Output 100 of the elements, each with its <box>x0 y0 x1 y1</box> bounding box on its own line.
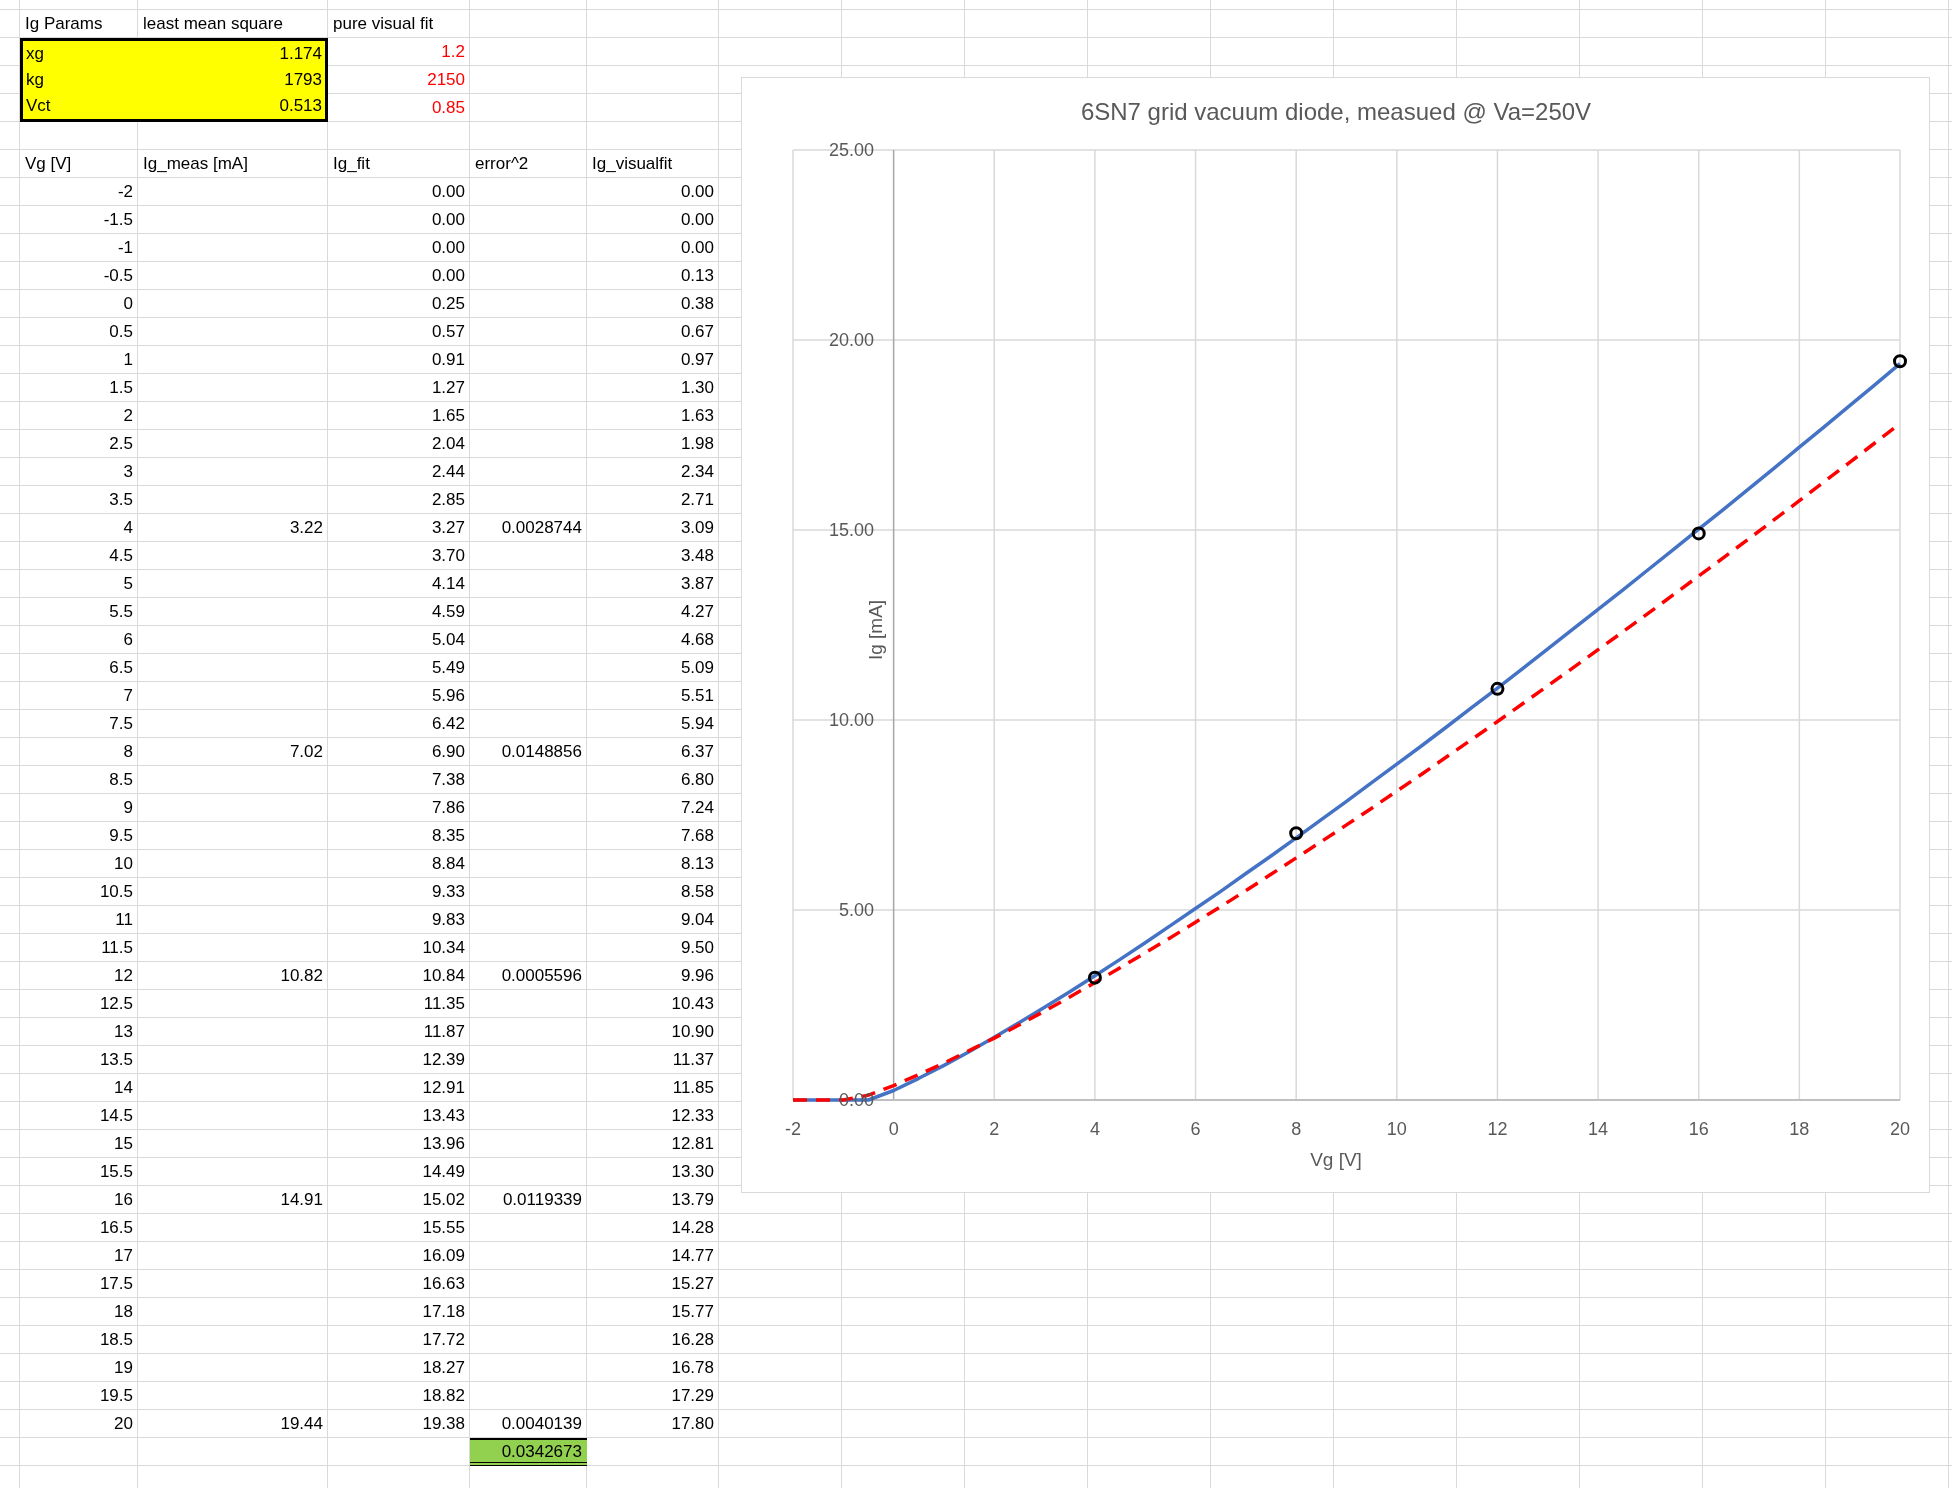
table-cell-text: 16.63 <box>421 1273 466 1295</box>
table-cell-text: 13.43 <box>421 1105 466 1127</box>
table-cell-text: 12 <box>113 965 134 987</box>
table-cell-text: 17.5 <box>98 1273 134 1295</box>
axis-tick-label: 4 <box>1089 1119 1100 1139</box>
table-cell-text: 0.00 <box>430 237 466 259</box>
table-cell-text: 11.87 <box>422 1021 466 1043</box>
table-cell-text: 3.87 <box>679 573 715 595</box>
table-cell-text: 4.68 <box>679 629 715 651</box>
table-cell-text: 8.13 <box>679 853 715 875</box>
table-cell-text: 16.09 <box>421 1245 466 1267</box>
table-cell-text: 0.57 <box>430 321 466 343</box>
table-cell-text: 13.30 <box>670 1161 715 1183</box>
column-header: error^2 <box>474 153 530 175</box>
table-cell-text: 9.96 <box>679 965 715 987</box>
table-cell-text: 3.48 <box>679 545 715 567</box>
axis-tick-label: 15.00 <box>828 520 874 540</box>
parameter-name: Vct <box>26 95 51 118</box>
table-cell-text: 0.91 <box>430 349 466 371</box>
table-cell-text: 7.68 <box>679 825 715 847</box>
column-header: Vg [V] <box>24 153 73 175</box>
table-cell-text: 10 <box>113 853 134 875</box>
table-cell-text: 19.5 <box>98 1385 134 1407</box>
table-cell-text: 9.5 <box>108 825 134 847</box>
table-cell-text: 17 <box>113 1245 134 1267</box>
axis-tick-label: 10 <box>1386 1119 1407 1139</box>
table-cell-text: 19.38 <box>421 1413 466 1435</box>
table-cell-text: 7.38 <box>430 769 466 791</box>
table-cell-text: 2.71 <box>679 489 715 511</box>
table-cell-text: 12.5 <box>98 993 134 1015</box>
table-cell-text: 10.90 <box>670 1021 715 1043</box>
table-cell-text: 6.5 <box>108 657 134 679</box>
table-cell-text: 10.5 <box>98 881 134 903</box>
table-cell-text: 14.5 <box>98 1105 134 1127</box>
table-cell-text: -1 <box>116 237 134 259</box>
table-cell-text: 3 <box>122 461 134 483</box>
table-cell-text: 0.00 <box>430 181 466 203</box>
table-cell-text: 1.63 <box>679 405 715 427</box>
table-cell-text: 20 <box>113 1413 134 1435</box>
table-cell-text: 2.04 <box>430 433 466 455</box>
table-cell-text: 1.5 <box>108 377 134 399</box>
table-cell-text: 16.28 <box>670 1329 715 1351</box>
data-point-marker <box>1289 826 1304 841</box>
axis-tick-label: 16 <box>1688 1119 1709 1139</box>
table-cell-text: 14.49 <box>421 1161 466 1183</box>
table-cell-text: 4.14 <box>430 573 466 595</box>
table-cell-text: 16.5 <box>98 1217 134 1239</box>
table-cell-text: 9.50 <box>679 937 715 959</box>
column-header: least mean square <box>142 13 284 35</box>
table-cell-text: 3.22 <box>288 517 324 539</box>
table-cell-text: 2.44 <box>430 461 466 483</box>
table-cell-text: 0.0040139 <box>500 1413 583 1435</box>
parameter-value: 0.513 <box>279 95 322 118</box>
table-cell-text: 7.5 <box>108 713 134 735</box>
column-header: Ig_visualfit <box>591 153 674 175</box>
table-cell-text: 6.37 <box>679 741 715 763</box>
table-cell-text: 3.70 <box>430 545 466 567</box>
table-cell-text: 3.09 <box>679 517 715 539</box>
table-cell-text: 9.83 <box>430 909 466 931</box>
table-cell-text: -0.5 <box>102 265 134 287</box>
table-cell-text: 10.82 <box>279 965 324 987</box>
table-cell-text: 6.90 <box>430 741 466 763</box>
table-cell-text: 17.18 <box>421 1301 466 1323</box>
axis-title: Ig [mA] <box>865 599 886 661</box>
table-cell-text: 15.5 <box>98 1161 134 1183</box>
axis-tick-label: 18 <box>1789 1119 1810 1139</box>
table-cell-text: 11.5 <box>100 937 134 959</box>
table-cell-text: 15.55 <box>421 1217 466 1239</box>
parameter-name: xg <box>26 43 44 66</box>
table-cell-text: 4 <box>122 517 134 539</box>
table-cell-text: 5.49 <box>430 657 466 679</box>
axis-tick-label: 12 <box>1487 1119 1508 1139</box>
table-cell-text: 15.27 <box>670 1273 715 1295</box>
table-cell-text: 16 <box>113 1189 134 1211</box>
table-cell-text: 4.5 <box>108 545 134 567</box>
table-cell-text: 18.82 <box>421 1385 466 1407</box>
axis-tick-label: 20.00 <box>828 330 874 350</box>
table-cell-text: 9 <box>122 797 134 819</box>
table-cell-text: 19.44 <box>279 1413 324 1435</box>
table-cell-text: 8 <box>122 741 134 763</box>
table-cell-text: 0 <box>122 293 134 315</box>
table-cell-text: 13 <box>113 1021 134 1043</box>
table-cell-text: 14.28 <box>670 1217 715 1239</box>
table-cell-text: -1.5 <box>102 209 134 231</box>
axis-tick-label: 8 <box>1291 1119 1302 1139</box>
data-point-marker <box>1490 681 1505 696</box>
table-cell-text: 11.35 <box>422 993 466 1015</box>
table-cell-text: 0.25 <box>430 293 466 315</box>
table-cell-text: 8.58 <box>679 881 715 903</box>
table-cell-text: 5 <box>122 573 134 595</box>
axis-tick-label: 2 <box>989 1119 1000 1139</box>
table-cell-text: 14.77 <box>670 1245 715 1267</box>
table-cell-text: 9.33 <box>430 881 466 903</box>
table-cell-text: 3.5 <box>108 489 134 511</box>
table-cell-text: 0.00 <box>679 237 715 259</box>
chart-title: 6SN7 grid vacuum diode, measued @ Va=250V <box>1080 98 1592 125</box>
table-cell-text: 11 <box>114 909 134 931</box>
table-cell-text: 11.85 <box>671 1077 715 1099</box>
table-cell-text: 8.35 <box>430 825 466 847</box>
table-cell-text: 5.94 <box>679 713 715 735</box>
